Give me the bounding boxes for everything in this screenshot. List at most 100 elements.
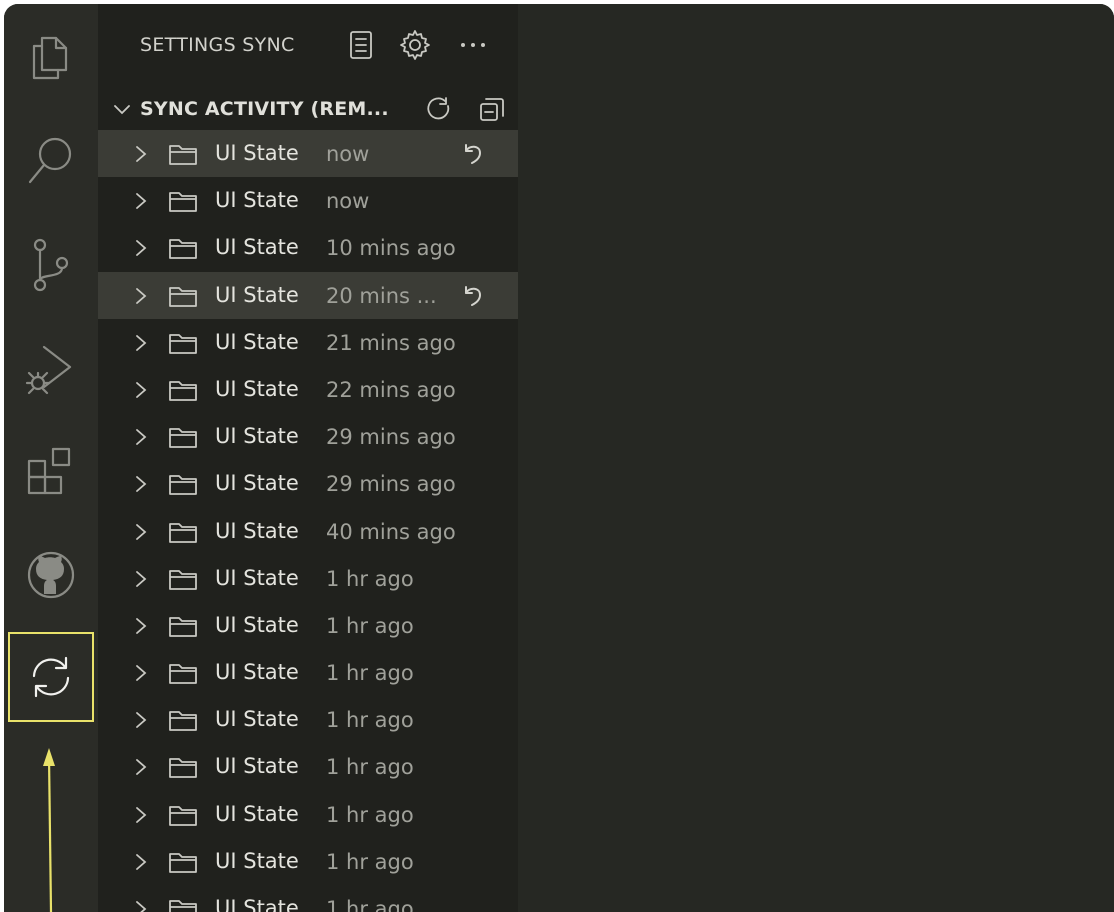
tree-item[interactable]: UI State 10 mins ago bbox=[98, 224, 518, 271]
chevron-right-icon[interactable] bbox=[132, 569, 150, 589]
item-name: UI State bbox=[215, 707, 299, 732]
activity-github[interactable] bbox=[4, 528, 98, 622]
tree-item[interactable]: UI State 29 mins ago bbox=[98, 460, 518, 507]
chevron-right-icon[interactable] bbox=[132, 852, 150, 872]
chevron-right-icon[interactable] bbox=[132, 616, 150, 636]
item-time: 22 mins ago bbox=[326, 377, 456, 402]
item-name: UI State bbox=[215, 754, 299, 779]
tree-item[interactable]: UI State 1 hr ago bbox=[98, 649, 518, 696]
activity-bar bbox=[4, 4, 98, 912]
item-name: UI State bbox=[215, 282, 299, 307]
folder-icon bbox=[169, 664, 197, 684]
activity-source-control[interactable] bbox=[4, 218, 98, 312]
item-time: 1 hr ago bbox=[326, 708, 414, 733]
item-name: UI State bbox=[215, 518, 299, 543]
sync-activity-tree: UI State now UI State now UI State 10 mins ag… bbox=[98, 130, 518, 912]
item-time: 1 hr ago bbox=[326, 613, 414, 638]
notes-button[interactable] bbox=[344, 28, 378, 62]
tree-item[interactable]: UI State 1 hr ago bbox=[98, 602, 518, 649]
chevron-right-icon[interactable] bbox=[132, 191, 150, 211]
folder-icon bbox=[169, 475, 197, 496]
source-control-icon bbox=[33, 238, 69, 292]
section-header-sync-activity[interactable]: SYNC ACTIVITY (REM... bbox=[98, 86, 518, 132]
item-time: now bbox=[326, 189, 370, 214]
vscode-window: SETTINGS SYNC SYNC ACTIVITY (REM... UI S… bbox=[4, 4, 1114, 912]
item-name: UI State bbox=[215, 471, 299, 496]
sidebar-header: SETTINGS SYNC bbox=[98, 4, 518, 82]
tree-item[interactable]: UI State 1 hr ago bbox=[98, 696, 518, 743]
item-time: 1 hr ago bbox=[326, 897, 414, 912]
chevron-right-icon[interactable] bbox=[132, 663, 150, 683]
refresh-icon bbox=[427, 97, 450, 120]
tree-item[interactable]: UI State 22 mins ago bbox=[98, 366, 518, 413]
item-name: UI State bbox=[215, 424, 299, 449]
tree-item[interactable]: UI State 29 mins ago bbox=[98, 413, 518, 460]
chevron-right-icon[interactable] bbox=[132, 427, 150, 447]
editor-area bbox=[518, 4, 1114, 912]
chevron-right-icon[interactable] bbox=[132, 710, 150, 730]
folder-icon bbox=[169, 522, 197, 543]
folder-icon bbox=[169, 758, 197, 779]
chevron-right-icon[interactable] bbox=[132, 333, 150, 353]
folder-icon bbox=[169, 805, 197, 826]
activity-search[interactable] bbox=[4, 114, 98, 208]
run-debug-icon bbox=[25, 345, 72, 395]
chevron-right-icon[interactable] bbox=[132, 238, 150, 258]
tree-item[interactable]: UI State 1 hr ago bbox=[98, 555, 518, 602]
item-time: 1 hr ago bbox=[326, 755, 414, 780]
activity-explorer[interactable] bbox=[4, 10, 98, 104]
explorer-icon bbox=[32, 36, 68, 80]
item-name: UI State bbox=[215, 565, 299, 590]
item-time: 10 mins ago bbox=[326, 236, 456, 261]
refresh-button[interactable] bbox=[424, 94, 456, 126]
chevron-right-icon[interactable] bbox=[132, 144, 150, 164]
item-time: 20 mins ... bbox=[326, 283, 437, 308]
chevron-right-icon[interactable] bbox=[132, 757, 150, 777]
activity-run-debug[interactable] bbox=[4, 322, 98, 416]
settings-button[interactable] bbox=[398, 28, 432, 62]
tree-item[interactable]: UI State 40 mins ago bbox=[98, 508, 518, 555]
tree-item[interactable]: UI State now bbox=[98, 177, 518, 224]
folder-icon bbox=[169, 192, 197, 213]
item-time: 21 mins ago bbox=[326, 330, 456, 355]
chevron-down-icon bbox=[114, 105, 130, 115]
chevron-right-icon[interactable] bbox=[132, 805, 150, 825]
item-time: 29 mins ago bbox=[326, 425, 456, 450]
sidebar: SETTINGS SYNC SYNC ACTIVITY (REM... UI S… bbox=[98, 4, 518, 912]
tree-item[interactable]: UI State 20 mins ... bbox=[98, 271, 518, 319]
extensions-icon bbox=[27, 447, 71, 495]
more-icon bbox=[461, 43, 485, 47]
chevron-right-icon[interactable] bbox=[132, 522, 150, 542]
item-name: UI State bbox=[215, 848, 299, 873]
tree-item[interactable]: UI State 1 hr ago bbox=[98, 838, 518, 885]
folder-icon bbox=[169, 381, 197, 401]
folder-icon bbox=[169, 900, 197, 912]
tree-item[interactable]: UI State 1 hr ago bbox=[98, 743, 518, 790]
tree-item[interactable]: UI State 1 hr ago bbox=[98, 791, 518, 838]
item-time: 1 hr ago bbox=[326, 849, 414, 874]
highlight-box bbox=[8, 632, 94, 722]
more-actions-button[interactable] bbox=[456, 28, 490, 62]
item-name: UI State bbox=[215, 612, 299, 637]
item-name: UI State bbox=[215, 141, 299, 165]
item-name: UI State bbox=[215, 896, 299, 912]
notes-icon bbox=[350, 31, 372, 59]
folder-icon bbox=[169, 616, 197, 637]
folder-icon bbox=[169, 852, 197, 873]
tree-item[interactable]: UI State 21 mins ago bbox=[98, 319, 518, 366]
folder-icon bbox=[169, 145, 197, 165]
tree-item[interactable]: UI State now bbox=[98, 130, 518, 178]
chevron-right-icon[interactable] bbox=[132, 474, 150, 494]
item-time: 1 hr ago bbox=[326, 661, 414, 686]
chevron-right-icon[interactable] bbox=[132, 286, 150, 306]
activity-extensions[interactable] bbox=[4, 424, 98, 518]
tree-item[interactable]: UI State 1 hr ago bbox=[98, 885, 518, 912]
github-icon bbox=[27, 551, 75, 599]
revert-icon[interactable] bbox=[460, 282, 486, 308]
folder-icon bbox=[169, 333, 197, 354]
folder-icon bbox=[169, 428, 197, 449]
chevron-right-icon[interactable] bbox=[132, 899, 150, 912]
revert-icon[interactable] bbox=[460, 140, 486, 166]
collapse-all-button[interactable] bbox=[476, 94, 508, 126]
chevron-right-icon[interactable] bbox=[132, 380, 150, 400]
